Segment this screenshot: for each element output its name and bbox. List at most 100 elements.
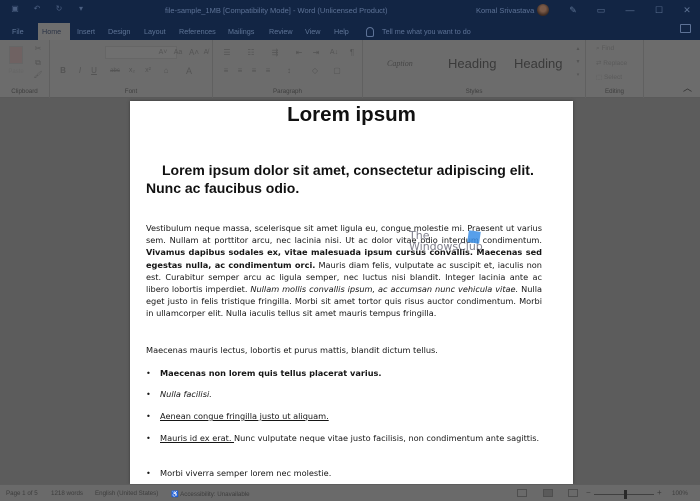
status-bar: Page 1 of 5 1218 words English (United S… xyxy=(0,484,700,501)
list-item: • Nulla facilisi. xyxy=(146,388,542,400)
show-formatting-marks-button[interactable]: ¶ xyxy=(346,48,358,58)
document-canvas[interactable]: Lorem ipsum Lorem ipsum dolor sit amet, … xyxy=(0,98,700,484)
font-color-button[interactable]: A xyxy=(183,66,195,76)
change-case-button[interactable]: Aa xyxy=(172,48,184,58)
tab-home[interactable]: Home xyxy=(38,23,70,40)
sort-button[interactable]: A↓ xyxy=(328,48,340,58)
multilevel-list-button[interactable]: ⇶ xyxy=(269,48,281,58)
styles-group-label: Styles xyxy=(465,88,483,95)
accessibility-label: Accessibility: Unavailable xyxy=(180,491,250,498)
cut-icon[interactable]: ✂ xyxy=(33,44,43,54)
avatar[interactable] xyxy=(537,4,549,16)
title-bar: ▣ ↶ ↻ ▾ file-sample_1MB [Compatibility M… xyxy=(0,0,700,20)
zoom-slider-thumb[interactable] xyxy=(624,490,627,499)
web-layout-icon[interactable] xyxy=(568,489,578,497)
redo-icon[interactable]: ↻ xyxy=(54,4,64,14)
paste-button[interactable]: Paste xyxy=(6,67,26,77)
bullet-icon: • xyxy=(146,468,151,478)
lightbulb-icon xyxy=(366,27,374,38)
quick-access-toolbar: ▣ ↶ ↻ ▾ xyxy=(10,4,86,14)
close-button[interactable]: ✕ xyxy=(680,3,694,17)
format-painter-icon[interactable]: 🖌 xyxy=(33,71,43,81)
zoom-in-button[interactable]: + xyxy=(657,488,662,497)
styles-more[interactable]: ▾ xyxy=(574,70,582,80)
find-label: Find xyxy=(601,45,615,52)
styles-scroll-up[interactable]: ▲ xyxy=(574,44,582,54)
select-button[interactable]: ⬚ Select xyxy=(596,73,622,81)
clipboard-group-label: Clipboard xyxy=(11,88,38,95)
style-caption[interactable]: Caption xyxy=(387,50,413,78)
page-count[interactable]: Page 1 of 5 xyxy=(6,490,38,497)
tab-references[interactable]: References xyxy=(175,23,220,40)
copy-icon[interactable]: ⧉ xyxy=(33,58,43,68)
center-button[interactable]: ≡ xyxy=(235,66,245,76)
borders-button[interactable]: ▢ xyxy=(331,66,343,76)
list-item-underlined-text: Mauris id ex erat. xyxy=(160,433,235,443)
styles-scroll-down[interactable]: ▼ xyxy=(574,57,582,67)
grow-font-button[interactable]: A˄ xyxy=(188,48,200,58)
print-layout-icon[interactable] xyxy=(543,489,553,497)
undo-icon[interactable]: ↶ xyxy=(32,4,42,14)
text-effects-button[interactable]: ⌂ xyxy=(160,66,172,76)
tab-review[interactable]: Review xyxy=(265,23,297,40)
list-item-text: Maecenas non lorem quis tellus placerat … xyxy=(160,368,382,378)
tab-layout[interactable]: Layout xyxy=(140,23,170,40)
numbering-button[interactable]: ☷ xyxy=(245,48,257,58)
collapse-ribbon-icon[interactable]: ︿ xyxy=(683,81,692,94)
comments-icon[interactable] xyxy=(680,24,691,33)
tab-mailings[interactable]: Mailings xyxy=(224,23,258,40)
list-item: • Maecenas non lorem quis tellus placerat… xyxy=(146,367,542,379)
tell-me-search[interactable]: Tell me what you want to do xyxy=(366,23,471,40)
document-title: file-sample_1MB [Compatibility Mode] - W… xyxy=(165,6,388,15)
list-item: • Mauris id ex erat. Nunc vulputate neque… xyxy=(146,432,542,444)
maximize-button[interactable]: ☐ xyxy=(652,3,666,17)
style-heading-2[interactable]: Heading xyxy=(514,50,570,78)
line-spacing-button[interactable]: ↕ xyxy=(283,66,295,76)
customize-qat-icon[interactable]: ▾ xyxy=(76,4,86,14)
user-name[interactable]: Komal Srivastava xyxy=(476,6,534,15)
increase-indent-button[interactable]: ⇥ xyxy=(310,48,322,58)
clear-formatting-button[interactable]: A̸ xyxy=(200,48,212,58)
style-heading-1[interactable]: Heading xyxy=(448,50,501,78)
word-count[interactable]: 1218 words xyxy=(51,490,83,497)
tab-insert[interactable]: Insert xyxy=(73,23,99,40)
paste-icon[interactable] xyxy=(9,46,23,64)
tab-design[interactable]: Design xyxy=(104,23,134,40)
find-button[interactable]: ⌕ Find xyxy=(596,45,614,53)
bold-button[interactable]: B xyxy=(58,66,68,76)
language[interactable]: English (United States) xyxy=(95,490,158,497)
ribbon-display-options-icon[interactable]: ▭ xyxy=(594,3,608,17)
pen-icon[interactable]: ✎ xyxy=(566,3,580,17)
font-group: A˄ B I U abc x₂ x² ⌂ A A̸ Aa A˅ Font xyxy=(50,40,213,98)
align-right-button[interactable]: ≡ xyxy=(249,66,259,76)
word-window: ▣ ↶ ↻ ▾ file-sample_1MB [Compatibility M… xyxy=(0,0,700,501)
underline-button[interactable]: U xyxy=(89,66,99,76)
zoom-out-button[interactable]: − xyxy=(586,488,591,497)
zoom-level[interactable]: 100% xyxy=(672,490,688,497)
body-paragraph-2: Maecenas mauris lectus, lobortis et puru… xyxy=(146,345,438,355)
list-item-text: Morbi viverra semper lorem nec molestie. xyxy=(160,468,332,478)
replace-button[interactable]: ⇄ Replace xyxy=(596,59,627,67)
list-item: • Morbi viverra semper lorem nec molestie… xyxy=(146,467,542,479)
document-title-heading: Lorem ipsum xyxy=(287,103,416,126)
read-mode-icon[interactable] xyxy=(517,489,527,497)
tab-view[interactable]: View xyxy=(301,23,324,40)
shading-button[interactable]: ◇ xyxy=(309,66,321,76)
strikethrough-button[interactable]: abc xyxy=(108,66,122,76)
subscript-button[interactable]: x₂ xyxy=(126,66,138,76)
decrease-indent-button[interactable]: ⇤ xyxy=(293,48,305,58)
tab-file[interactable]: File xyxy=(8,23,28,40)
tab-help[interactable]: Help xyxy=(330,23,353,40)
justify-button[interactable]: ≡ xyxy=(263,66,273,76)
save-icon[interactable]: ▣ xyxy=(10,4,20,14)
accessibility-status[interactable]: ♿ Accessibility: Unavailable xyxy=(171,490,250,498)
document-page[interactable]: Lorem ipsum Lorem ipsum dolor sit amet, … xyxy=(130,101,573,484)
minimize-button[interactable]: — xyxy=(623,3,637,17)
bullets-button[interactable]: ☰ xyxy=(221,48,233,58)
align-left-button[interactable]: ≡ xyxy=(221,66,231,76)
italic-button[interactable]: I xyxy=(75,66,85,76)
superscript-button[interactable]: x² xyxy=(142,66,154,76)
shrink-font-button[interactable]: A˅ xyxy=(157,48,169,58)
list-item: • Aenean congue fringilla justo ut aliqua… xyxy=(146,410,542,422)
tell-me-placeholder: Tell me what you want to do xyxy=(382,27,471,36)
